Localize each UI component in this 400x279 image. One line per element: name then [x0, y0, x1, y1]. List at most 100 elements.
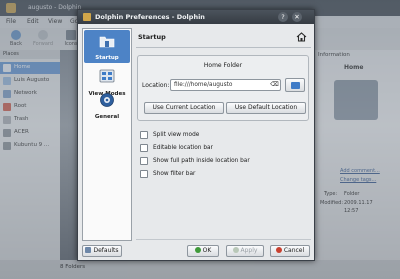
place-trash[interactable]: Trash	[0, 114, 60, 126]
place-home[interactable]: Home	[0, 62, 60, 74]
forward-label: Forward	[32, 41, 54, 47]
checkbox-box[interactable]	[140, 170, 148, 178]
checkbox-label: Show full path inside location bar	[153, 158, 250, 164]
place-label: Kubuntu 9 ...	[14, 142, 50, 148]
forward-button[interactable]: Forward	[30, 30, 56, 47]
add-comment-link[interactable]: Add comment...	[340, 168, 380, 174]
place-luis-augusto[interactable]: Luis Augusto	[0, 75, 60, 87]
checkbox-box[interactable]	[140, 157, 148, 165]
preferences-dialog: Dolphin Preferences - Dolphin ? ✕ Startu…	[77, 9, 315, 261]
browse-folder-button[interactable]	[285, 78, 305, 92]
type-value: Folder	[344, 191, 360, 197]
dialog-titlebar: Dolphin Preferences - Dolphin ? ✕	[78, 10, 314, 24]
modified-label: Modified:	[320, 200, 344, 206]
location-label: Location:	[142, 82, 170, 89]
icons-view-label: Icons	[64, 41, 78, 47]
split-view-checkbox[interactable]: Split view mode	[140, 131, 308, 141]
sidebar-item-label: General	[94, 114, 120, 120]
back-button[interactable]: Back	[3, 30, 29, 47]
folder-icon	[291, 82, 300, 89]
checkbox-box[interactable]	[140, 144, 148, 152]
place-label: Home	[14, 64, 31, 70]
checkbox-label: Editable location bar	[153, 145, 213, 151]
use-current-location-button[interactable]: Use Current Location	[144, 102, 224, 114]
background-statusbar: 8 Folders	[0, 260, 400, 279]
button-row-divider	[136, 239, 311, 240]
ok-label: OK	[202, 247, 212, 254]
page-title: Startup	[138, 33, 166, 41]
large-folder-icon	[334, 80, 378, 120]
defaults-label: Defaults	[93, 247, 119, 254]
places-title: Places	[3, 51, 19, 57]
drive-icon	[3, 129, 11, 137]
background-window-title: augusto - Dolphin	[28, 4, 82, 11]
close-icon[interactable]: ✕	[292, 12, 302, 22]
checkbox-label: Show filter bar	[153, 171, 196, 177]
places-panel: Places Home Luis Augusto Network Root Tr…	[0, 50, 60, 260]
show-full-path-checkbox[interactable]: Show full path inside location bar	[140, 157, 308, 167]
cancel-icon	[275, 247, 282, 253]
startup-icon	[99, 36, 115, 48]
places-header: Places	[0, 50, 60, 59]
home-folder-group: Home Folder Location: file:///home/augus…	[137, 55, 309, 121]
home-icon	[296, 32, 307, 42]
settings-content: Startup Home Folder Location: file:///ho…	[136, 28, 311, 241]
check-icon	[194, 247, 201, 253]
type-label: Type:	[324, 191, 338, 197]
place-label: Network	[14, 90, 37, 96]
menu-file[interactable]: File	[6, 18, 16, 25]
place-label: Trash	[14, 116, 29, 122]
information-header: Information	[318, 52, 350, 58]
network-icon	[3, 90, 11, 98]
location-input[interactable]: file:///home/augusto	[170, 79, 281, 91]
place-label: ACER	[14, 129, 29, 135]
place-root[interactable]: Root	[0, 101, 60, 113]
status-text: 8 Folders	[60, 264, 86, 270]
general-icon	[100, 93, 114, 107]
clear-location-icon[interactable]: ⌫	[270, 81, 279, 89]
apply-icon	[232, 247, 239, 253]
view-modes-icon	[99, 69, 115, 83]
cancel-button[interactable]: Cancel	[270, 245, 310, 257]
back-arrow-icon	[11, 30, 21, 40]
information-panel: Information Home Add comment... Change t…	[312, 50, 400, 260]
use-default-location-button[interactable]: Use Default Location	[226, 102, 306, 114]
home-folder-icon	[3, 64, 11, 72]
folder-icon	[3, 77, 11, 85]
place-network[interactable]: Network	[0, 88, 60, 100]
checkbox-label: Split view mode	[153, 132, 200, 138]
ok-button[interactable]: OK	[187, 245, 219, 257]
defaults-button[interactable]: Defaults	[82, 245, 122, 257]
header-divider	[136, 47, 311, 48]
apply-button[interactable]: Apply	[226, 245, 264, 257]
menu-view[interactable]: View	[48, 18, 62, 25]
sidebar-item-label: Startup	[95, 55, 119, 61]
help-button[interactable]: ?	[278, 12, 288, 22]
trash-icon	[3, 116, 11, 124]
place-label: Root	[14, 103, 27, 109]
defaults-icon	[85, 247, 92, 253]
menu-edit[interactable]: Edit	[27, 18, 39, 25]
change-tags-link[interactable]: Change tags...	[340, 177, 376, 183]
back-label: Back	[9, 41, 23, 47]
drive-icon	[3, 142, 11, 150]
dolphin-app-icon	[6, 3, 16, 13]
cancel-label: Cancel	[283, 247, 305, 254]
place-kubuntu[interactable]: Kubuntu 9 ...	[0, 140, 60, 152]
forward-arrow-icon	[38, 30, 48, 40]
sidebar-item-general[interactable]: General	[84, 89, 130, 122]
modified-value: 2009.11.17	[344, 200, 373, 206]
dolphin-app-icon	[83, 13, 91, 21]
information-name: Home	[344, 64, 364, 71]
dialog-title: Dolphin Preferences - Dolphin	[95, 13, 205, 21]
apply-label: Apply	[240, 247, 258, 254]
editable-location-bar-checkbox[interactable]: Editable location bar	[140, 144, 308, 154]
sidebar-item-startup[interactable]: Startup	[84, 30, 130, 63]
group-title: Home Folder	[203, 62, 243, 69]
place-acer[interactable]: ACER	[0, 127, 60, 139]
modified-time: 12:57	[344, 208, 359, 214]
checkbox-box[interactable]	[140, 131, 148, 139]
show-filter-bar-checkbox[interactable]: Show filter bar	[140, 170, 308, 180]
settings-sidebar: Startup View Modes General	[82, 28, 132, 241]
icons-view-icon	[66, 30, 76, 40]
